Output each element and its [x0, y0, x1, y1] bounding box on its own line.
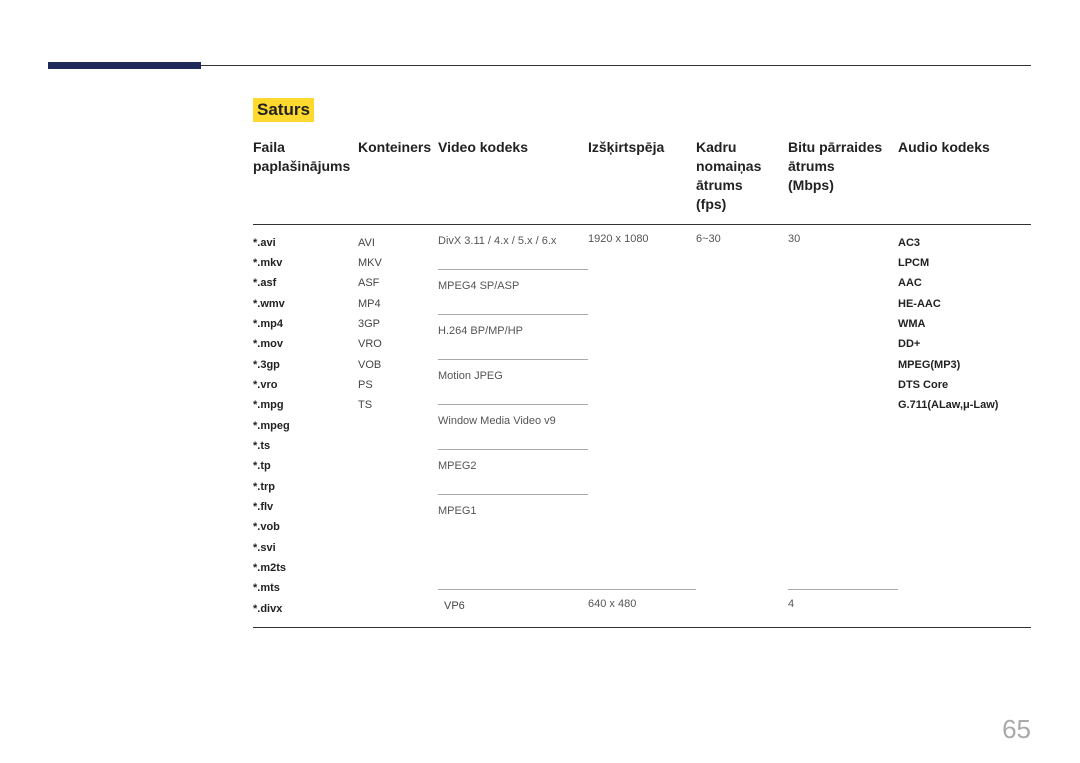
ext-item: *.vro [253, 375, 352, 395]
col-fps: Kadru nomaiņas ātrums (fps) [696, 138, 788, 224]
col-fps-label: Kadru nomaiņas ātrums [696, 139, 761, 193]
cell-extensions: *.avi *.mkv *.asf *.wmv *.mp4 *.mov *.3g… [253, 224, 358, 628]
ext-item: *.svi [253, 538, 352, 558]
ext-item: *.vob [253, 517, 352, 537]
acodec-item: DD+ [898, 334, 1025, 354]
cell-mbps-vp6: 4 [788, 589, 898, 627]
col-fps-unit: (fps) [696, 195, 788, 214]
acodec-item: DTS Core [898, 375, 1025, 395]
acodec-item: AAC [898, 273, 1025, 293]
container-item: PS [358, 375, 432, 395]
vcodec-item: MPEG4 SP/ASP [438, 269, 588, 314]
container-item: VOB [358, 355, 432, 375]
table-header-row: Faila paplašinājums Konteiners Video kod… [253, 138, 1031, 224]
container-item: VRO [358, 334, 432, 354]
vcodec-item: Motion JPEG [438, 359, 588, 404]
ext-item: *.m2ts [253, 558, 352, 578]
acodec-item: HE-AAC [898, 294, 1025, 314]
ext-item: *.asf [253, 273, 352, 293]
acodec-list: AC3 LPCM AAC HE-AAC WMA DD+ MPEG(MP3) DT… [898, 233, 1025, 416]
cell-containers: AVI MKV ASF MP4 3GP VRO VOB PS TS [358, 224, 438, 628]
ext-item: *.mpeg [253, 416, 352, 436]
col-resolution: Izšķirtspēja [588, 138, 696, 224]
ext-list: *.avi *.mkv *.asf *.wmv *.mp4 *.mov *.3g… [253, 233, 352, 620]
acodec-item: LPCM [898, 253, 1025, 273]
container-item: AVI [358, 233, 432, 253]
codec-table: Faila paplašinājums Konteiners Video kod… [253, 138, 1031, 628]
acodec-item: AC3 [898, 233, 1025, 253]
col-bitrate-label: Bitu pārraides ātrums [788, 139, 882, 174]
ext-item: *.divx [253, 599, 352, 619]
page-number: 65 [1002, 714, 1031, 745]
container-list: AVI MKV ASF MP4 3GP VRO VOB PS TS [358, 233, 432, 416]
container-item: TS [358, 395, 432, 415]
col-container: Konteiners [358, 138, 438, 224]
header-accent-bar [48, 62, 201, 69]
col-ext: Faila paplašinājums [253, 138, 358, 224]
acodec-item: G.711(ALaw,μ-Law) [898, 395, 1025, 415]
ext-item: *.mov [253, 334, 352, 354]
header-rule [201, 65, 1031, 66]
cell-resolution-vp6: 640 x 480 [588, 589, 696, 627]
container-item: MP4 [358, 294, 432, 314]
vcodec-item: Window Media Video v9 [438, 404, 588, 449]
container-item: 3GP [358, 314, 432, 334]
vcodec-item: DivX 3.11 / 4.x / 5.x / 6.x [438, 225, 588, 270]
ext-item: *.flv [253, 497, 352, 517]
cell-fps: 6~30 [696, 224, 788, 628]
vcodec-item: MPEG2 [438, 449, 588, 494]
col-vcodec: Video kodeks [438, 138, 588, 224]
container-item: MKV [358, 253, 432, 273]
ext-item: *.trp [253, 477, 352, 497]
acodec-item: WMA [898, 314, 1025, 334]
vcodec-item: MPEG1 [438, 494, 588, 539]
ext-item: *.tp [253, 456, 352, 476]
cell-vcodecs: DivX 3.11 / 4.x / 5.x / 6.x MPEG4 SP/ASP… [438, 224, 588, 589]
vcodec-item: H.264 BP/MP/HP [438, 314, 588, 359]
ext-item: *.avi [253, 233, 352, 253]
section-title: Saturs [253, 98, 314, 122]
table-row: *.avi *.mkv *.asf *.wmv *.mp4 *.mov *.3g… [253, 224, 1031, 589]
ext-item: *.ts [253, 436, 352, 456]
ext-item: *.mkv [253, 253, 352, 273]
cell-resolution: 1920 x 1080 [588, 224, 696, 589]
cell-acodecs: AC3 LPCM AAC HE-AAC WMA DD+ MPEG(MP3) DT… [898, 224, 1031, 628]
ext-item: *.mp4 [253, 314, 352, 334]
ext-item: *.3gp [253, 355, 352, 375]
ext-item: *.wmv [253, 294, 352, 314]
cell-mbps: 30 [788, 224, 898, 589]
col-bitrate-unit: (Mbps) [788, 176, 898, 195]
col-acodec: Audio kodeks [898, 138, 1031, 224]
col-bitrate: Bitu pārraides ātrums (Mbps) [788, 138, 898, 224]
ext-item: *.mpg [253, 395, 352, 415]
ext-item: *.mts [253, 578, 352, 598]
acodec-item: MPEG(MP3) [898, 355, 1025, 375]
cell-vcodec-vp6: VP6 [438, 589, 588, 627]
container-item: ASF [358, 273, 432, 293]
